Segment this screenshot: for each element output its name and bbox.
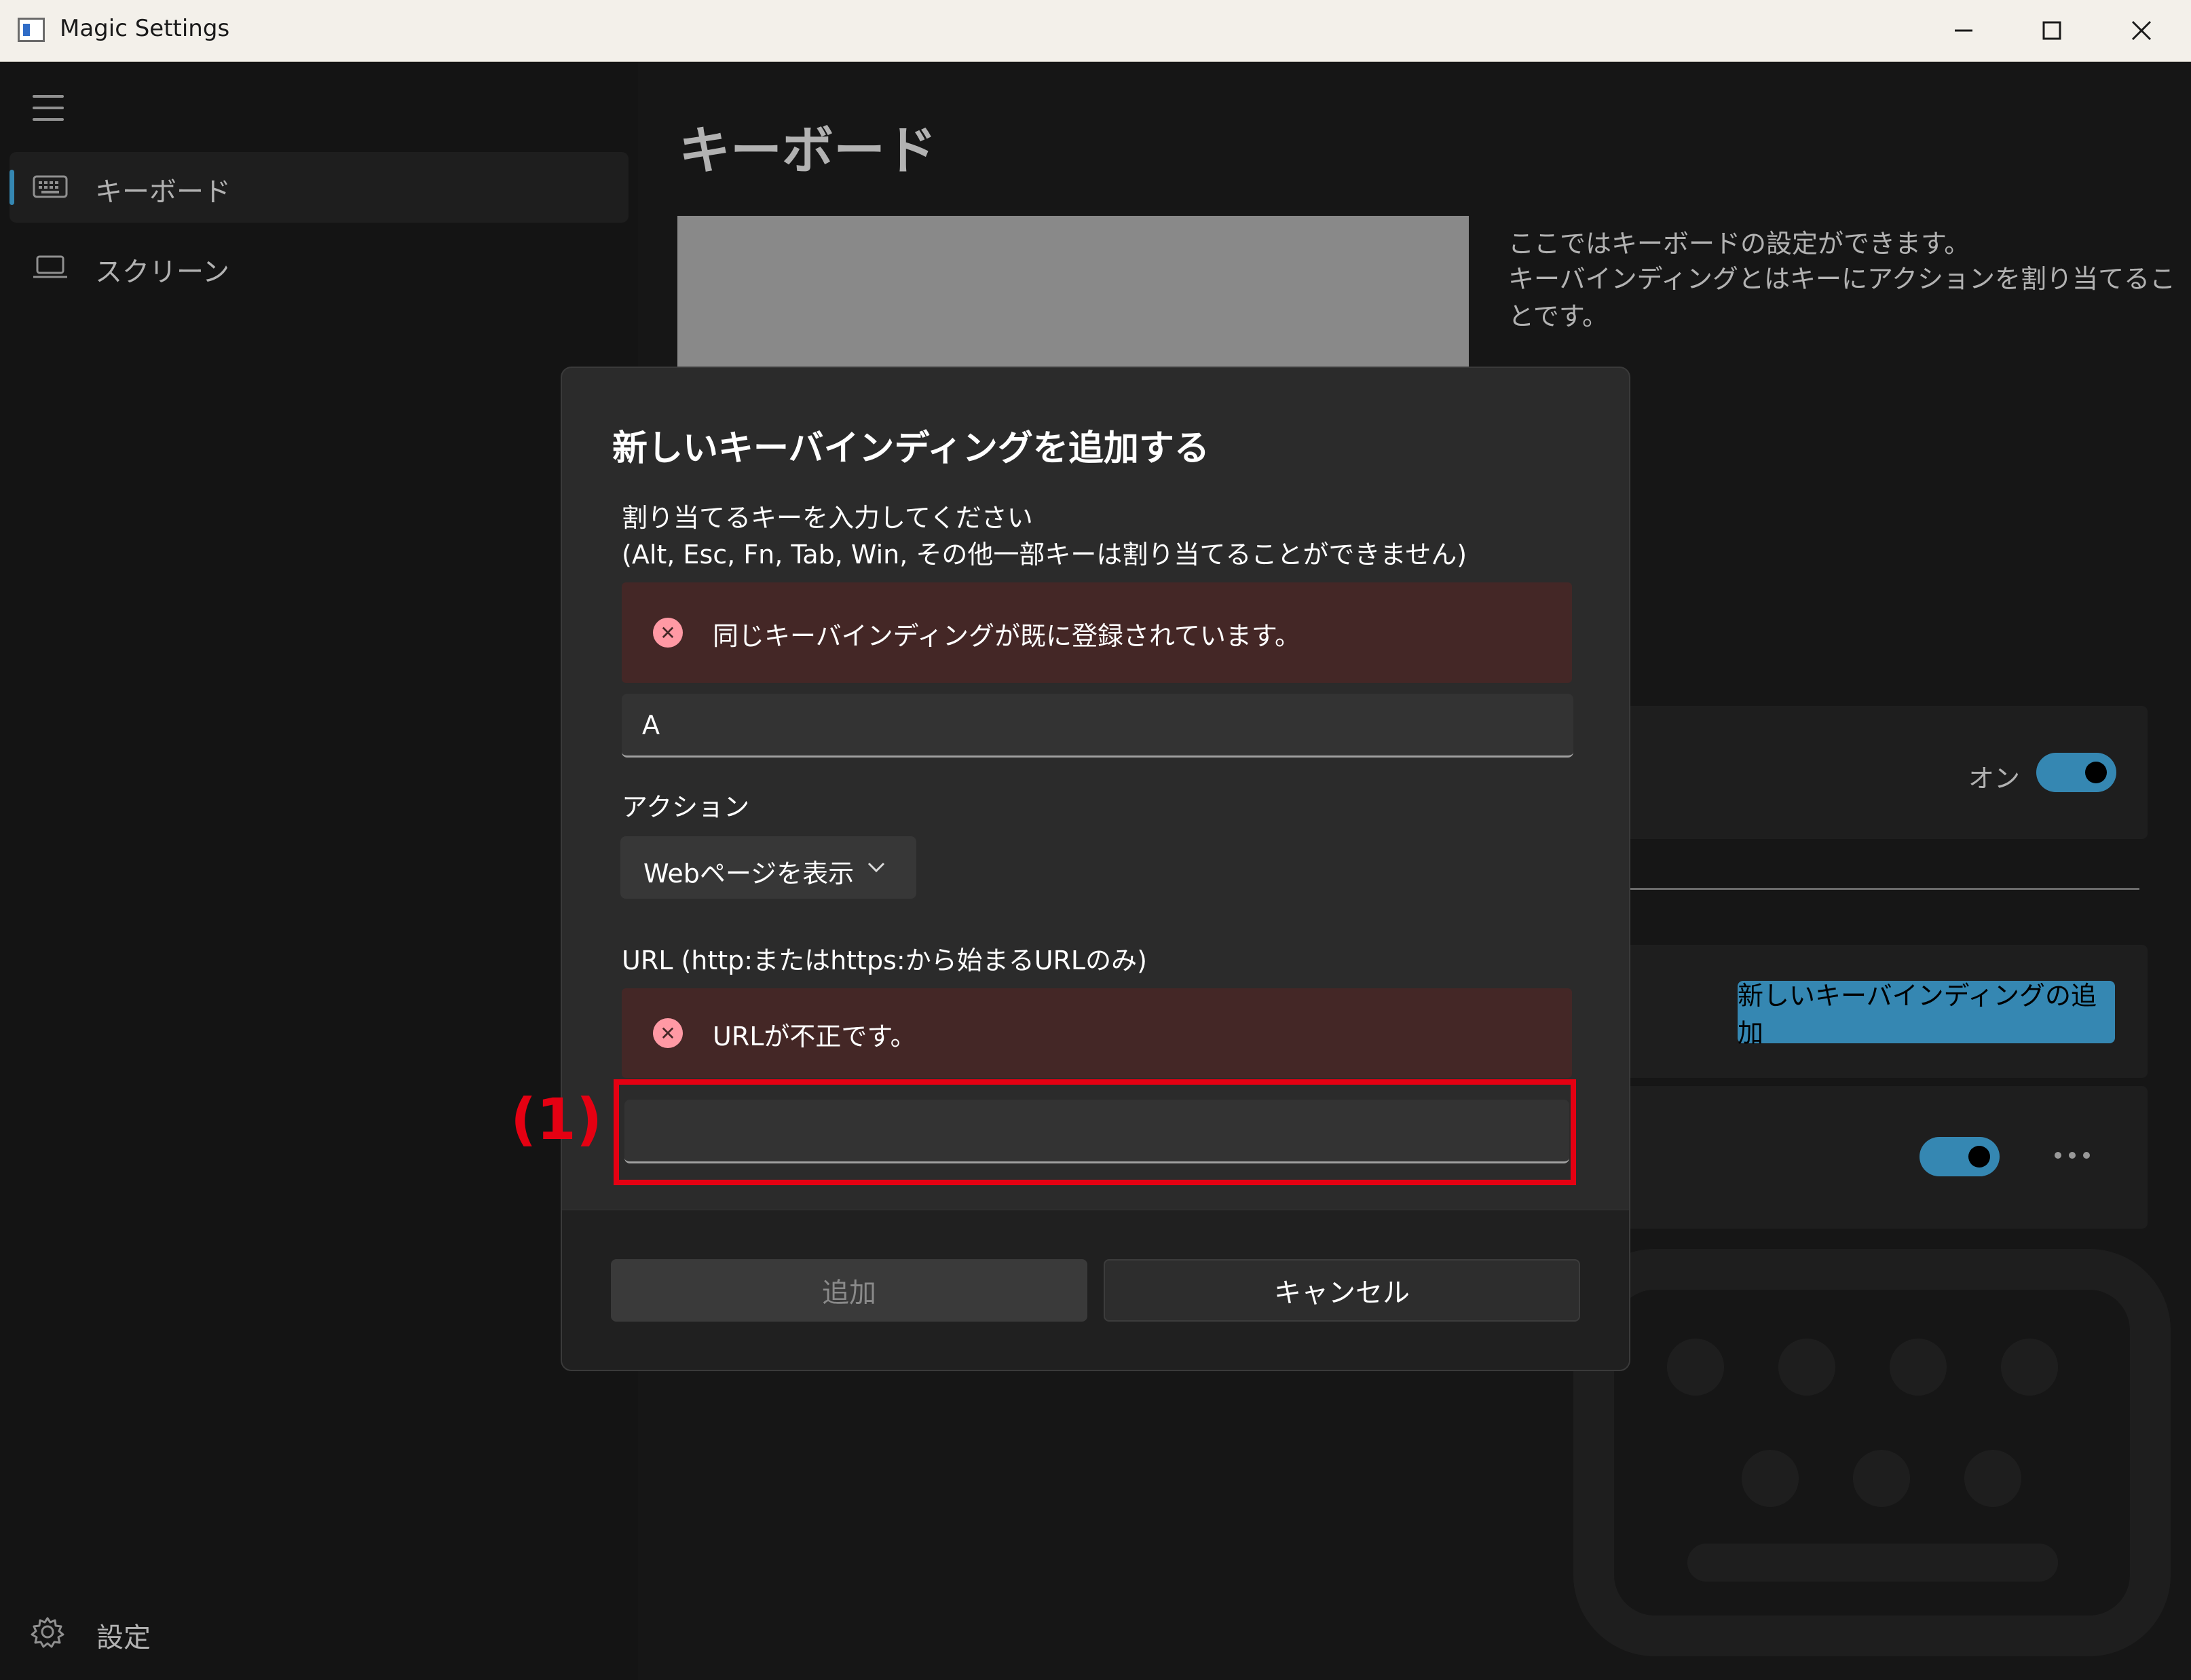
close-icon xyxy=(2131,20,2152,41)
action-dropdown-value: Webページを表示 xyxy=(643,859,855,889)
window-title: Magic Settings xyxy=(60,15,230,42)
add-button[interactable]: 追加 xyxy=(611,1259,1087,1322)
app-icon xyxy=(18,18,45,42)
minimize-button[interactable] xyxy=(1920,0,2008,61)
cancel-button[interactable]: キャンセル xyxy=(1104,1259,1580,1322)
key-input[interactable]: A xyxy=(622,694,1573,758)
dialog-title: 新しいキーバインディングを追加する xyxy=(612,428,1210,469)
close-button[interactable] xyxy=(2097,0,2186,61)
key-error-bar: ✕ 同じキーバインディングが既に登録されています。 xyxy=(622,582,1572,683)
title-bar: Magic Settings xyxy=(0,0,2191,62)
annotation-highlight-box xyxy=(614,1079,1576,1185)
key-error-message: 同じキーバインディングが既に登録されています。 xyxy=(713,621,1301,651)
chevron-down-icon xyxy=(867,862,885,873)
minimize-icon xyxy=(1955,29,1972,32)
key-field-label: 割り当てるキーを入力してください xyxy=(622,503,1033,533)
url-error-bar: ✕ URLが不正です。 xyxy=(622,988,1572,1078)
dialog-footer: 追加 キャンセル xyxy=(562,1210,1629,1370)
key-input-value: A xyxy=(642,710,660,740)
annotation-label: (1) xyxy=(510,1086,603,1153)
action-dropdown[interactable]: Webページを表示 xyxy=(620,836,916,899)
url-error-message: URLが不正です。 xyxy=(713,1022,916,1051)
maximize-button[interactable] xyxy=(2008,0,2096,61)
maximize-icon xyxy=(2042,21,2061,40)
action-label: アクション xyxy=(622,792,750,822)
add-keybinding-dialog: 新しいキーバインディングを追加する 割り当てるキーを入力してください (Alt,… xyxy=(561,367,1630,1371)
error-icon: ✕ xyxy=(653,618,683,648)
key-field-hint: (Alt, Esc, Fn, Tab, Win, その他一部キーは割り当てること… xyxy=(622,540,1467,570)
error-icon: ✕ xyxy=(653,1018,683,1048)
url-field-label: URL (http:またはhttps:から始まるURLのみ) xyxy=(622,946,1147,975)
